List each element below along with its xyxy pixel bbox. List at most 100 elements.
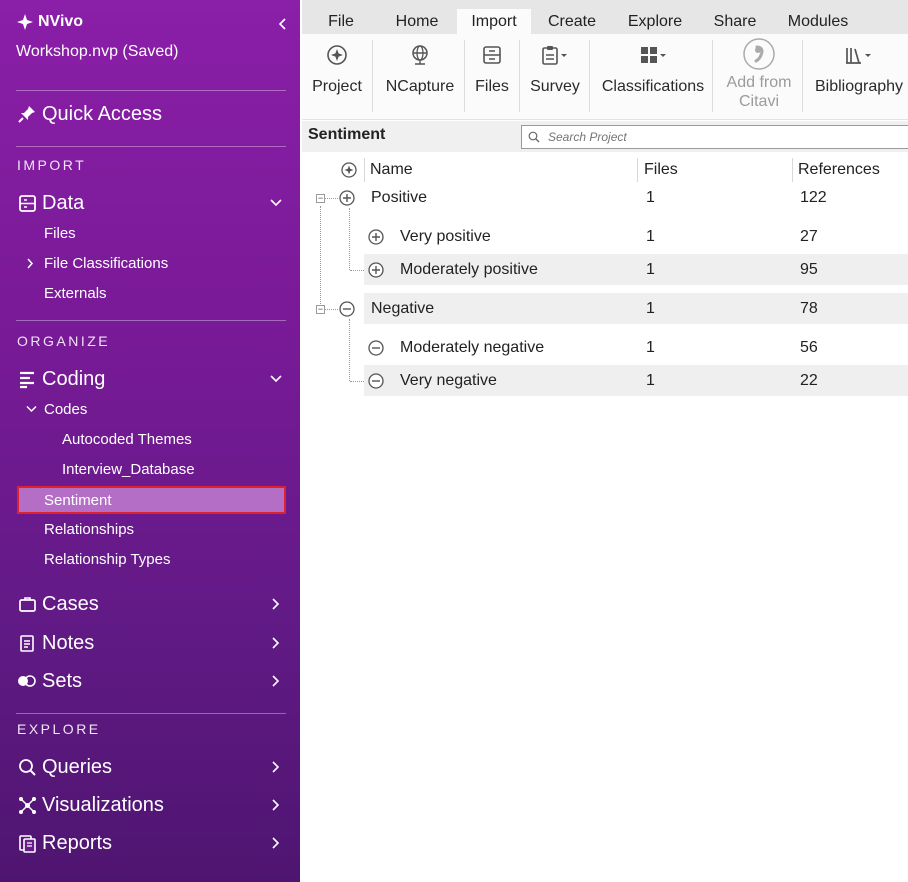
row-name: Negative — [371, 299, 435, 317]
divider — [16, 713, 286, 714]
table-row[interactable]: Positive 1 122 — [364, 182, 908, 213]
column-header-name[interactable]: Name — [370, 155, 413, 185]
nav-sets[interactable]: Sets — [16, 667, 286, 695]
tab-import[interactable]: Import — [457, 9, 531, 34]
ribbon-separator — [712, 40, 713, 112]
plus-circle-icon — [339, 190, 355, 206]
tab-explore[interactable]: Explore — [620, 9, 690, 34]
add-from-citavi-button[interactable]: Add from Citavi — [718, 34, 800, 120]
app-title-text: NVivo — [38, 13, 84, 30]
row-references: 122 — [800, 188, 827, 206]
nav-sentiment[interactable]: Sentiment — [17, 486, 286, 514]
row-name: Moderately negative — [400, 338, 545, 356]
nav-reports[interactable]: Reports — [16, 829, 286, 857]
nav-visualizations[interactable]: Visualizations — [16, 791, 286, 819]
chevron-right-icon[interactable] — [266, 670, 286, 692]
import-project-button[interactable]: Project — [308, 34, 366, 120]
nav-file-classifications[interactable]: File Classifications — [26, 250, 168, 276]
nav-notes[interactable]: Notes — [16, 629, 286, 657]
column-header-files[interactable]: Files — [644, 155, 678, 185]
search-project-box[interactable] — [521, 125, 908, 149]
ribbon-separator — [802, 40, 803, 112]
table-row[interactable]: Very negative 1 22 — [364, 365, 908, 396]
table-row[interactable]: Very positive 1 27 — [364, 221, 908, 252]
nav-data[interactable]: Data — [16, 189, 286, 217]
table-row[interactable]: Moderately positive 1 95 — [364, 254, 908, 285]
nav-sets-label: Sets — [42, 669, 83, 692]
chevron-right-icon — [26, 258, 40, 269]
row-files: 1 — [646, 299, 655, 317]
quick-access[interactable]: Quick Access — [16, 100, 286, 128]
chevron-down-icon[interactable] — [266, 192, 286, 214]
tab-share[interactable]: Share — [707, 9, 763, 34]
nav-codes[interactable]: Codes — [26, 396, 87, 422]
bibliography-button[interactable]: Bibliography — [810, 34, 908, 120]
column-header-references[interactable]: References — [798, 155, 880, 185]
section-header-explore: EXPLORE — [17, 721, 101, 737]
divider — [16, 146, 286, 147]
section-header-import: IMPORT — [17, 157, 87, 173]
search-icon — [16, 756, 38, 778]
row-name: Very negative — [400, 371, 497, 389]
row-references: 22 — [800, 371, 818, 389]
table-row[interactable]: Negative 1 78 — [364, 293, 908, 324]
nav-cases[interactable]: Cases — [16, 590, 286, 618]
add-from-text: Add from — [726, 74, 792, 91]
nav-notes-label: Notes — [42, 631, 95, 654]
codes-table: Name Files References Positive 1 122 − V… — [302, 152, 908, 882]
nav-queries-label: Queries — [42, 755, 113, 778]
classifications-label: Classifications — [601, 78, 705, 95]
ribbon-toolbar: Project NCapture Files Survey Classifica… — [302, 34, 908, 120]
tree-line — [324, 198, 338, 199]
page-title: Sentiment — [308, 126, 386, 143]
files-icon — [482, 42, 502, 68]
collapse-toggle[interactable]: − — [316, 305, 325, 314]
survey-button[interactable]: Survey — [526, 34, 584, 120]
tab-create[interactable]: Create — [540, 9, 604, 34]
column-separator — [364, 158, 365, 182]
ncapture-button[interactable]: NCapture — [380, 34, 460, 120]
classifications-button[interactable]: Classifications — [598, 34, 708, 120]
search-input[interactable] — [548, 130, 878, 144]
briefcase-icon — [16, 593, 38, 615]
row-name: Moderately positive — [400, 260, 538, 278]
import-project-label: Project — [312, 78, 362, 95]
chevron-right-icon[interactable] — [266, 632, 286, 654]
tree-line — [350, 381, 364, 382]
content-header: Sentiment — [302, 121, 908, 152]
add-column-button[interactable] — [339, 155, 359, 185]
nav-cases-label: Cases — [42, 592, 99, 615]
chevron-right-icon[interactable] — [266, 593, 286, 615]
ncapture-label: NCapture — [385, 78, 455, 95]
globe-icon — [409, 42, 431, 68]
quick-access-label: Quick Access — [42, 102, 163, 125]
nav-coding[interactable]: Coding — [16, 365, 286, 393]
nav-data-label: Data — [42, 191, 85, 214]
ribbon-separator — [519, 40, 520, 112]
nav-autocoded-themes[interactable]: Autocoded Themes — [62, 426, 192, 452]
nav-queries[interactable]: Queries — [16, 753, 286, 781]
nav-relationship-types[interactable]: Relationship Types — [44, 546, 170, 572]
tree-line — [350, 270, 364, 271]
import-files-button[interactable]: Files — [470, 34, 514, 120]
chevron-down-icon[interactable] — [266, 368, 286, 390]
tab-home[interactable]: Home — [386, 9, 448, 34]
tab-file[interactable]: File — [316, 9, 366, 34]
table-row[interactable]: Moderately negative 1 56 — [364, 332, 908, 363]
nav-relationships[interactable]: Relationships — [44, 516, 134, 542]
nvivo-logo-icon — [17, 14, 33, 30]
coding-icon — [16, 368, 38, 390]
chevron-right-icon[interactable] — [266, 794, 286, 816]
ribbon-separator — [464, 40, 465, 112]
search-icon — [528, 131, 540, 143]
nav-interview-database[interactable]: Interview_Database — [62, 456, 195, 482]
chevron-right-icon[interactable] — [266, 832, 286, 854]
nav-files[interactable]: Files — [44, 220, 76, 246]
collapse-sidebar-button[interactable] — [272, 13, 294, 35]
tab-modules[interactable]: Modules — [780, 9, 856, 34]
divider — [16, 320, 286, 321]
collapse-toggle[interactable]: − — [316, 194, 325, 203]
nav-externals[interactable]: Externals — [44, 280, 107, 306]
chevron-right-icon[interactable] — [266, 756, 286, 778]
add-from-citavi-label: Add from Citavi — [727, 73, 792, 111]
